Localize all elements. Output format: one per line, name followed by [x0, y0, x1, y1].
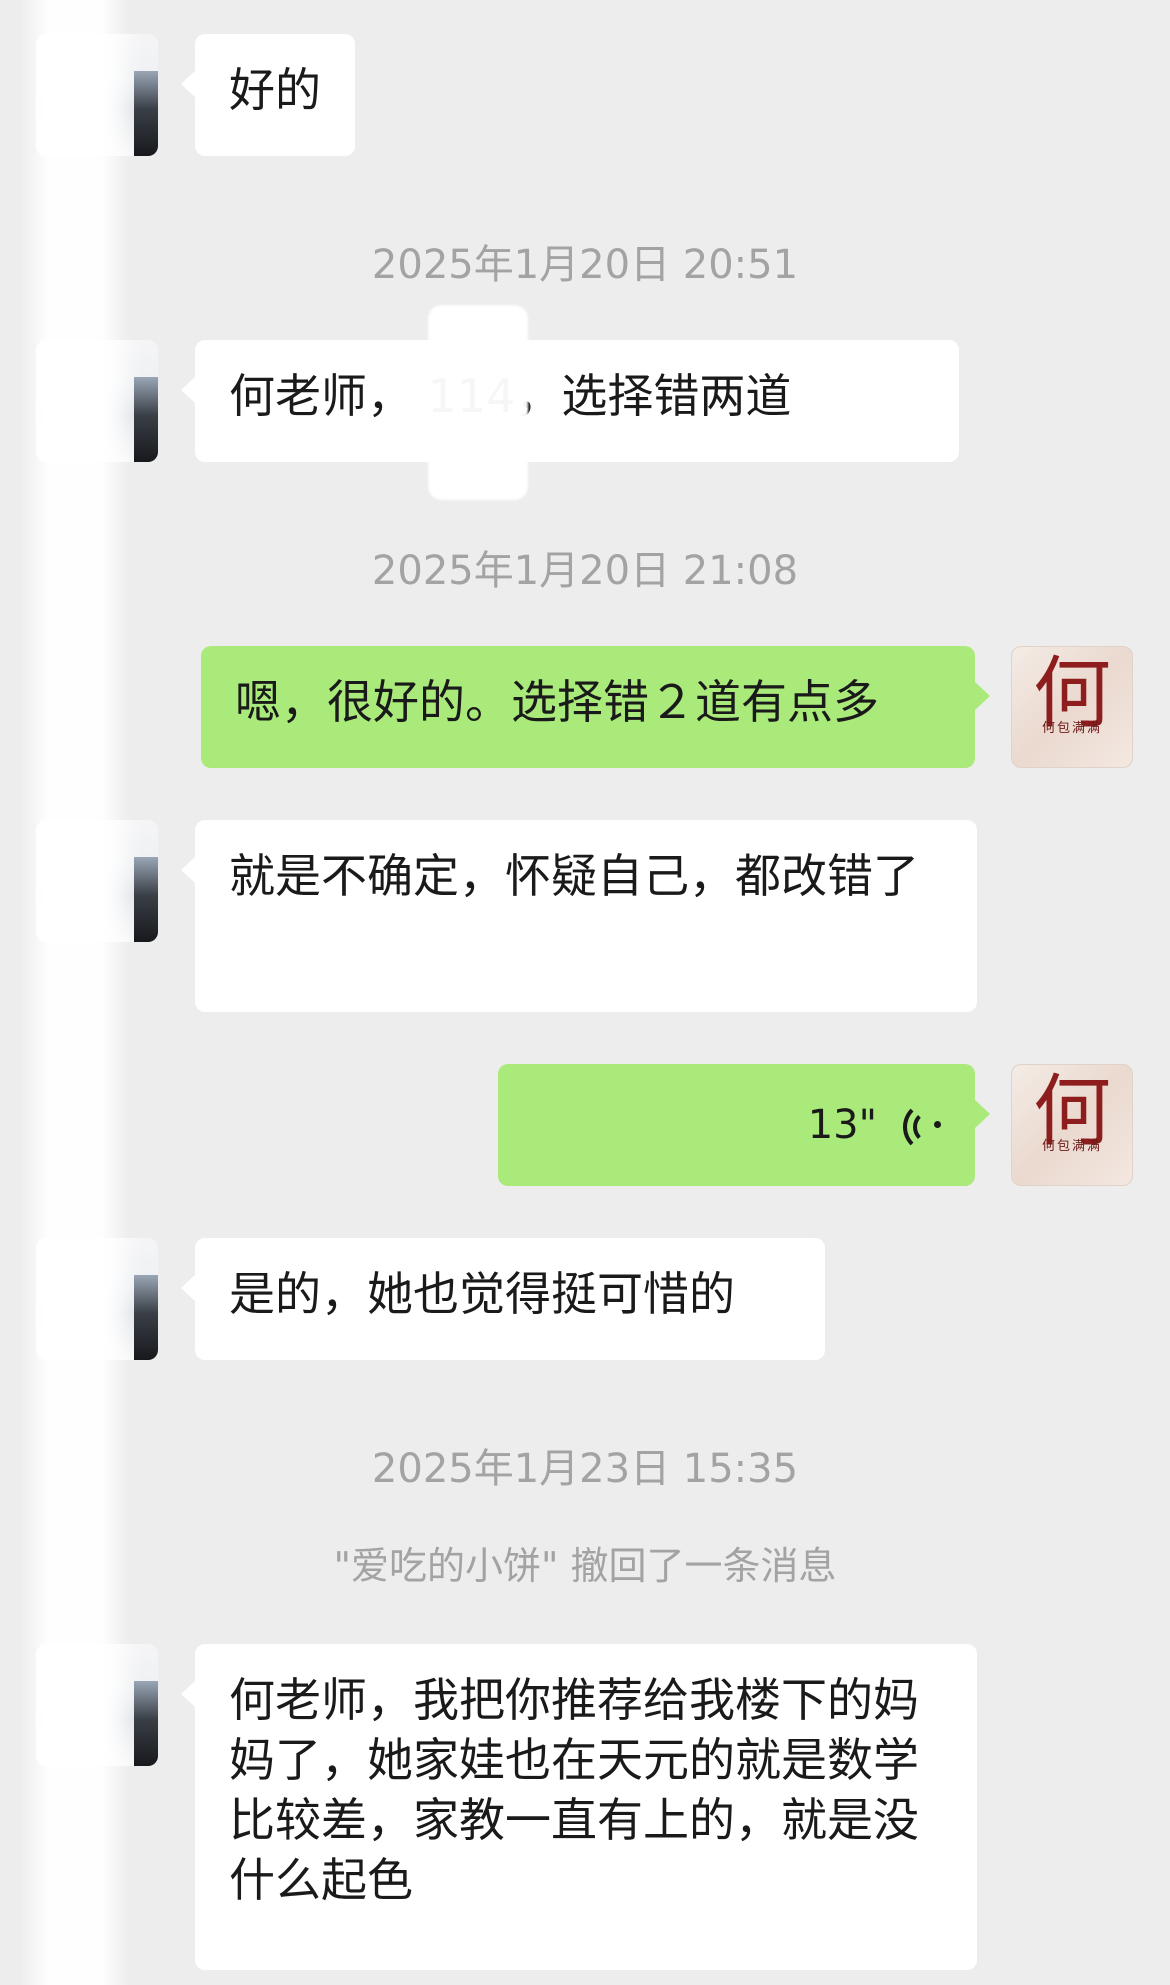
avatar-self-subtext: 何包满满: [1041, 1139, 1102, 1154]
voice-wave-icon: [903, 1101, 955, 1153]
redaction-overlay: [428, 305, 528, 500]
message-bubble-outgoing[interactable]: 嗯，很好的。选择错２道有点多: [201, 646, 975, 768]
timestamp: 2025年1月20日 20:51: [371, 242, 799, 288]
avatar-contact[interactable]: [36, 1238, 158, 1360]
message-bubble-incoming[interactable]: 是的，她也觉得挺可惜的: [195, 1238, 825, 1360]
message-text: 何老师，我把你推荐给我楼下的妈妈了，她家娃也在天元的就是数学比较差，家教一直有上…: [229, 1673, 919, 1907]
message-bubble-incoming[interactable]: 好的: [195, 34, 355, 156]
voice-message-bubble[interactable]: 13": [498, 1064, 975, 1186]
bubble-tail: [181, 376, 196, 404]
bubble-tail: [181, 1680, 196, 1708]
avatar-contact[interactable]: [36, 1644, 158, 1766]
message-text: 就是不确定，怀疑自己，都改错了: [229, 849, 919, 903]
recall-notice: "爱吃的小饼" 撤回了一条消息: [333, 1544, 837, 1588]
bubble-tail: [181, 856, 196, 884]
message-text: 好的: [229, 63, 321, 117]
bubble-tail: [975, 682, 990, 710]
avatar-self-subtext: 何包满满: [1041, 721, 1102, 736]
avatar-contact[interactable]: [36, 34, 158, 156]
message-text: 嗯，很好的。选择错２道有点多: [235, 675, 879, 729]
avatar-self[interactable]: 何 何包满满: [1011, 646, 1133, 768]
timestamp: 2025年1月20日 21:08: [371, 548, 799, 594]
message-text: 是的，她也觉得挺可惜的: [229, 1267, 735, 1321]
chat-area[interactable]: 好的 2025年1月20日 20:51 何老师， 114，选择错两道 2025年…: [0, 0, 1170, 1985]
bubble-tail: [181, 1274, 196, 1302]
bubble-tail: [975, 1100, 990, 1128]
timestamp: 2025年1月23日 15:35: [371, 1446, 799, 1492]
avatar-self[interactable]: 何 何包满满: [1011, 1064, 1133, 1186]
avatar-contact[interactable]: [36, 340, 158, 462]
message-bubble-incoming[interactable]: 就是不确定，怀疑自己，都改错了: [195, 820, 977, 1012]
message-bubble-incoming[interactable]: 何老师， 114，选择错两道: [195, 340, 959, 462]
avatar-contact[interactable]: [36, 820, 158, 942]
bubble-tail: [181, 70, 196, 98]
message-bubble-incoming[interactable]: 何老师，我把你推荐给我楼下的妈妈了，她家娃也在天元的就是数学比较差，家教一直有上…: [195, 1644, 977, 1970]
voice-duration: 13": [807, 1102, 877, 1148]
